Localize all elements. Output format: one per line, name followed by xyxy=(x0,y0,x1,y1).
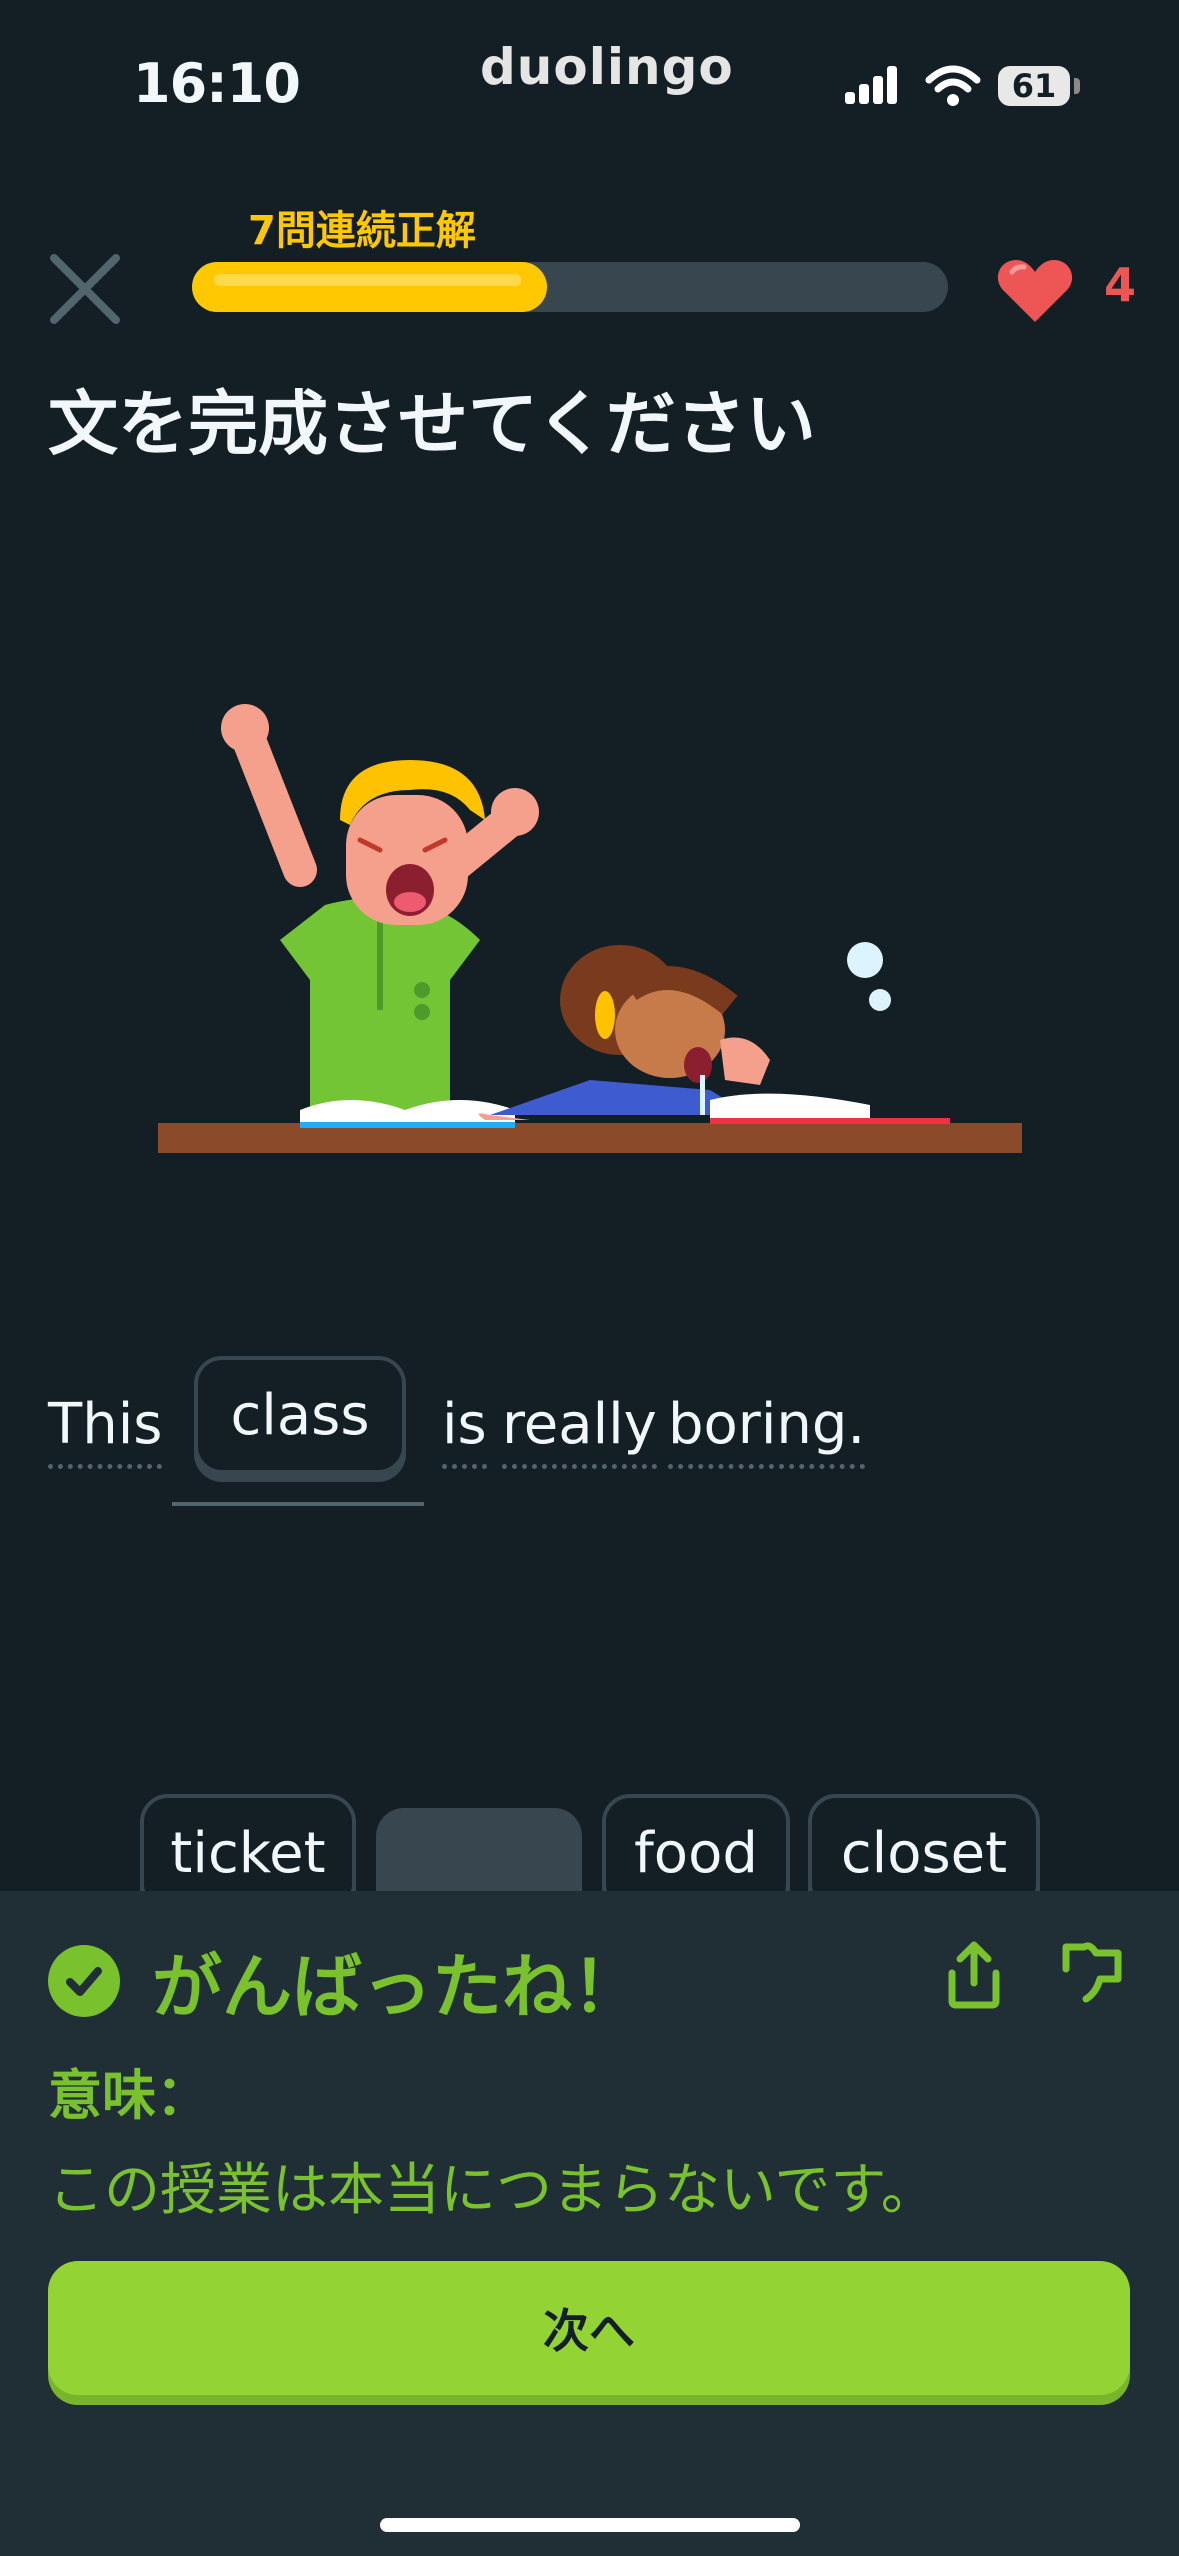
sentence-word[interactable]: is xyxy=(442,1390,487,1469)
answer-chip[interactable]: class xyxy=(194,1356,406,1474)
check-icon xyxy=(48,1945,120,2017)
home-indicator[interactable] xyxy=(380,2518,800,2532)
heart-icon xyxy=(997,260,1073,322)
exercise-prompt: 文を完成させてください xyxy=(48,383,816,465)
feedback-title: がんばったね！ xyxy=(152,1946,642,2028)
wifi-icon xyxy=(925,65,981,106)
hearts-count: 4 xyxy=(1104,258,1137,312)
close-icon[interactable] xyxy=(48,252,122,326)
streak-label: 7問連続正解 xyxy=(248,208,476,254)
translation-text: この授業は本当につまらないです。 xyxy=(48,2158,937,2223)
sentence-word[interactable]: This xyxy=(48,1390,163,1469)
battery-icon: 61 xyxy=(998,64,1080,108)
next-button[interactable]: 次へ xyxy=(48,2261,1130,2395)
sentence-word[interactable]: really xyxy=(502,1390,657,1469)
feedback-panel: がんばったね！ 意味： この授業は本当につまらないです。 次へ xyxy=(0,1891,1179,2556)
status-time: 16:10 xyxy=(133,52,301,115)
progress-fill xyxy=(192,262,548,312)
progress-shine xyxy=(214,274,522,286)
sentence-row: This class is really boring. xyxy=(48,1352,1148,1512)
meaning-label: 意味： xyxy=(48,2064,210,2127)
progress-bar xyxy=(192,262,948,312)
app-brand: duolingo xyxy=(480,38,734,96)
classroom-illustration xyxy=(158,704,1022,1153)
sentence-word[interactable]: boring. xyxy=(668,1390,866,1469)
share-icon[interactable] xyxy=(942,1939,1006,2009)
battery-level: 61 xyxy=(998,66,1070,106)
flag-icon[interactable] xyxy=(1060,1939,1126,2005)
answer-blank-line xyxy=(172,1502,424,1506)
signal-icon xyxy=(845,66,897,104)
